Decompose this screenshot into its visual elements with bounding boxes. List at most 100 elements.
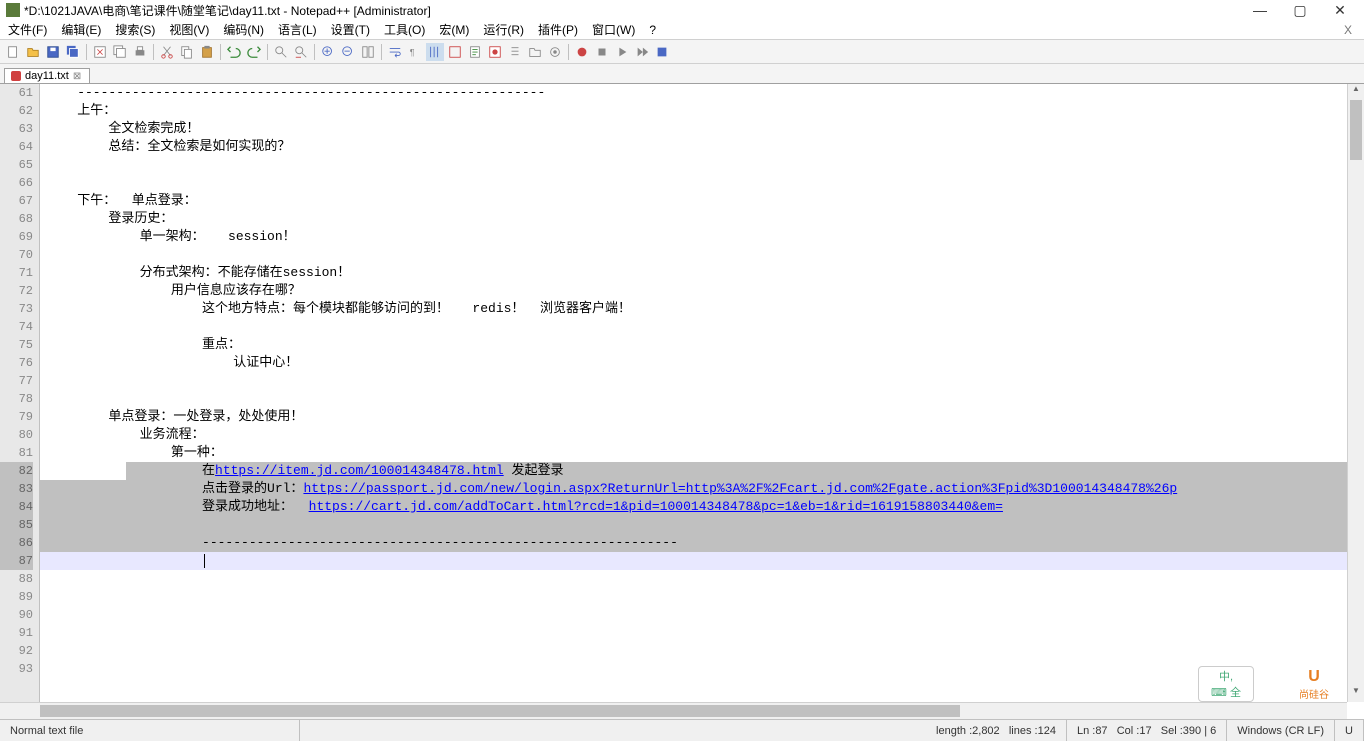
scroll-thumb[interactable]	[1350, 100, 1362, 160]
vertical-scrollbar[interactable]: ▲ ▼	[1347, 84, 1364, 702]
line-number[interactable]: 61	[0, 84, 33, 102]
record-macro-icon[interactable]	[573, 43, 591, 61]
show-chars-icon[interactable]: ¶	[406, 43, 424, 61]
stop-macro-icon[interactable]	[593, 43, 611, 61]
line-gutter[interactable]: 6162636465666768697071727374757677787980…	[0, 84, 40, 702]
menu-close-x[interactable]: X	[1344, 23, 1352, 37]
maximize-button[interactable]: ▢	[1292, 2, 1308, 18]
line-number[interactable]: 73	[0, 300, 33, 318]
code-line[interactable]: 上午：	[40, 102, 1347, 120]
minimize-button[interactable]: —	[1252, 2, 1268, 18]
line-number[interactable]: 93	[0, 660, 33, 678]
tab-day11[interactable]: day11.txt ⊠	[4, 68, 90, 83]
menu-view[interactable]: 视图(V)	[165, 21, 213, 38]
line-number[interactable]: 91	[0, 624, 33, 642]
wordwrap-icon[interactable]	[386, 43, 404, 61]
save-all-icon[interactable]	[64, 43, 82, 61]
line-number[interactable]: 68	[0, 210, 33, 228]
code-line[interactable]: ----------------------------------------…	[40, 534, 1347, 552]
code-line[interactable]: 分布式架构：不能存储在session！	[40, 264, 1347, 282]
line-number[interactable]: 85	[0, 516, 33, 534]
redo-icon[interactable]	[245, 43, 263, 61]
url-link[interactable]: https://cart.jd.com/addToCart.html?rcd=1…	[309, 499, 1003, 514]
line-number[interactable]: 90	[0, 606, 33, 624]
menu-file[interactable]: 文件(F)	[4, 21, 51, 38]
code-line[interactable]	[40, 318, 1347, 336]
code-line[interactable]: 这个地方特点：每个模块都能够访问的到！ redis！ 浏览器客户端！	[40, 300, 1347, 318]
line-number[interactable]: 67	[0, 192, 33, 210]
line-number[interactable]: 81	[0, 444, 33, 462]
code-line[interactable]	[40, 246, 1347, 264]
code-line[interactable]	[40, 552, 1347, 570]
menu-help[interactable]: ?	[645, 23, 660, 37]
url-link[interactable]: https://passport.jd.com/new/login.aspx?R…	[303, 481, 1177, 496]
sync-scroll-icon[interactable]	[359, 43, 377, 61]
line-number[interactable]: 69	[0, 228, 33, 246]
func-list-icon[interactable]	[506, 43, 524, 61]
tab-close-icon[interactable]: ⊠	[73, 71, 83, 81]
line-number[interactable]: 80	[0, 426, 33, 444]
code-line[interactable]	[40, 642, 1347, 660]
line-number[interactable]: 71	[0, 264, 33, 282]
line-number[interactable]: 89	[0, 588, 33, 606]
code-line[interactable]	[40, 606, 1347, 624]
line-number[interactable]: 92	[0, 642, 33, 660]
close-all-icon[interactable]	[111, 43, 129, 61]
cut-icon[interactable]	[158, 43, 176, 61]
code-line[interactable]: 认证中心！	[40, 354, 1347, 372]
code-line[interactable]: 单点登录：一处登录，处处使用！	[40, 408, 1347, 426]
zoom-in-icon[interactable]	[319, 43, 337, 61]
code-line[interactable]	[40, 516, 1347, 534]
menu-window[interactable]: 窗口(W)	[588, 21, 639, 38]
line-number[interactable]: 75	[0, 336, 33, 354]
code-line[interactable]: 重点：	[40, 336, 1347, 354]
code-line[interactable]: 登录成功地址： https://cart.jd.com/addToCart.ht…	[40, 498, 1347, 516]
code-line[interactable]: 第一种：	[40, 444, 1347, 462]
code-line[interactable]: 下午： 单点登录：	[40, 192, 1347, 210]
line-number[interactable]: 66	[0, 174, 33, 192]
undo-icon[interactable]	[225, 43, 243, 61]
line-number[interactable]: 65	[0, 156, 33, 174]
monitor-icon[interactable]	[546, 43, 564, 61]
line-number[interactable]: 62	[0, 102, 33, 120]
code-line[interactable]: 在https://item.jd.com/100014348478.html 发…	[40, 462, 1347, 480]
line-number[interactable]: 76	[0, 354, 33, 372]
find-icon[interactable]	[272, 43, 290, 61]
menu-encoding[interactable]: 编码(N)	[219, 21, 268, 38]
line-number[interactable]: 70	[0, 246, 33, 264]
code-line[interactable]	[40, 174, 1347, 192]
ime-indicator[interactable]: 中, ⌨ 全	[1198, 666, 1254, 702]
line-number[interactable]: 87	[0, 552, 33, 570]
line-number[interactable]: 78	[0, 390, 33, 408]
menu-plugins[interactable]: 插件(P)	[534, 21, 582, 38]
paste-icon[interactable]	[198, 43, 216, 61]
line-number[interactable]: 74	[0, 318, 33, 336]
menu-run[interactable]: 运行(R)	[479, 21, 528, 38]
line-number[interactable]: 72	[0, 282, 33, 300]
play-macro-icon[interactable]	[613, 43, 631, 61]
copy-icon[interactable]	[178, 43, 196, 61]
url-link[interactable]: https://item.jd.com/100014348478.html	[215, 463, 504, 478]
code-line[interactable]: 单一架构： session！	[40, 228, 1347, 246]
line-number[interactable]: 88	[0, 570, 33, 588]
code-line[interactable]: 总结：全文检索是如何实现的？	[40, 138, 1347, 156]
code-line[interactable]: 登录历史：	[40, 210, 1347, 228]
play-multi-icon[interactable]	[633, 43, 651, 61]
replace-icon[interactable]	[292, 43, 310, 61]
code-line[interactable]: ----------------------------------------…	[40, 84, 1347, 102]
menu-edit[interactable]: 编辑(E)	[57, 21, 105, 38]
code-line[interactable]	[40, 624, 1347, 642]
line-number[interactable]: 84	[0, 498, 33, 516]
close-file-icon[interactable]	[91, 43, 109, 61]
code-line[interactable]	[40, 372, 1347, 390]
scroll-up-icon[interactable]: ▲	[1348, 84, 1364, 100]
menu-macro[interactable]: 宏(M)	[435, 21, 473, 38]
code-line[interactable]: 点击登录的Url：https://passport.jd.com/new/log…	[40, 480, 1347, 498]
menu-tools[interactable]: 工具(O)	[380, 21, 429, 38]
line-number[interactable]: 79	[0, 408, 33, 426]
close-button[interactable]: ✕	[1332, 2, 1348, 18]
line-number[interactable]: 63	[0, 120, 33, 138]
menu-search[interactable]: 搜索(S)	[111, 21, 159, 38]
code-line[interactable]: 全文检索完成！	[40, 120, 1347, 138]
menu-language[interactable]: 语言(L)	[274, 21, 321, 38]
